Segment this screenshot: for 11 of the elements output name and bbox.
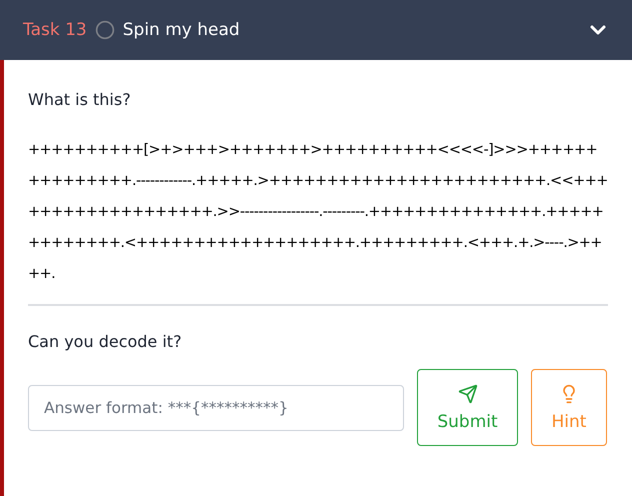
task-title: Spin my head xyxy=(122,20,241,40)
task-header[interactable]: Task 13 Spin my head xyxy=(0,0,632,60)
task-number: Task 13 xyxy=(23,20,87,40)
question-text: What is this? xyxy=(28,90,132,109)
hint-button[interactable]: Hint xyxy=(531,369,607,446)
answer-field[interactable]: Answer format: ***{**********} xyxy=(28,384,404,430)
prompt-text: Can you decode it? xyxy=(28,332,183,351)
paper-plane-icon xyxy=(458,384,478,404)
code-text: ++++++++++[>+>+++>+++++++>++++++++++<<<<-]>>>+++++++++++++++.------------.+++++.>++++++++++++++++++++++++.<<+++++++++++++++++++.>>-----------------.---------.+++++++++++++++.+++++++++++++.<+++++++++++++++++++.+++++++++.<+++.+.>----.>++++. xyxy=(28,141,608,284)
submit-button[interactable]: Submit xyxy=(417,369,518,446)
circle-icon xyxy=(94,20,115,40)
